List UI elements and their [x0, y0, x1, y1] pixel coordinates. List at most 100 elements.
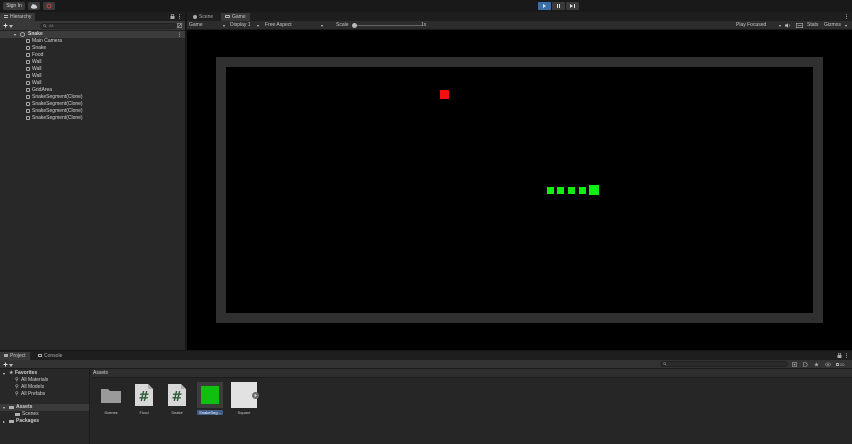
- hierarchy-item[interactable]: SnakeSegment(Clone): [0, 101, 185, 108]
- hierarchy-item[interactable]: Wall: [0, 66, 185, 73]
- asset-item[interactable]: SnakeSeg...: [197, 382, 223, 415]
- scene-visibility-icon[interactable]: [177, 23, 182, 28]
- favorites-item-label: All Materials: [21, 377, 49, 383]
- favorites-item[interactable]: ⚲ All Prefabs: [0, 391, 89, 398]
- hierarchy-item[interactable]: Wall: [0, 73, 185, 80]
- sprite-icon: [231, 382, 259, 408]
- stats-button[interactable]: Stats: [807, 21, 818, 30]
- display-dropdown[interactable]: Display 1 ▾: [230, 21, 260, 30]
- expand-arrow-icon[interactable]: ▾: [3, 370, 5, 377]
- favorites-item[interactable]: ⚲ All Models: [0, 384, 89, 391]
- hierarchy-item[interactable]: SnakeSegment(Clone): [0, 94, 185, 101]
- chevron-down-icon[interactable]: ▾: [845, 21, 847, 30]
- collab-icon[interactable]: [43, 2, 55, 10]
- hierarchy-item-label: Main Camera: [32, 38, 63, 44]
- expand-arrow-icon[interactable]: ▸: [3, 418, 5, 425]
- gizmos-button[interactable]: Gizmos: [824, 21, 841, 30]
- chevron-down-icon: ▾: [320, 23, 323, 28]
- tab-scene[interactable]: Scene: [189, 13, 217, 21]
- lock-icon[interactable]: [837, 352, 842, 358]
- hierarchy-item[interactable]: Wall: [0, 80, 185, 87]
- favorites-item-label: All Prefabs: [21, 391, 46, 397]
- hierarchy-search-input[interactable]: All: [40, 23, 177, 29]
- assets-label: Assets: [16, 404, 33, 410]
- add-icon[interactable]: [3, 23, 8, 28]
- hierarchy-toolstrip: All: [0, 21, 185, 31]
- hierarchy-item-label: Food: [32, 52, 44, 58]
- breadcrumb[interactable]: Assets: [92, 369, 852, 378]
- play-button[interactable]: [538, 2, 551, 10]
- eye-slash-icon: [836, 363, 839, 367]
- search-icon: ⚲: [15, 384, 19, 390]
- folder-icon: [9, 420, 14, 423]
- hidden-packages-count[interactable]: 20: [836, 360, 844, 369]
- gameobject-icon: [26, 87, 30, 92]
- scene-root-row[interactable]: ▾ Snake: [0, 31, 185, 38]
- aspect-dropdown[interactable]: Free Aspect ▾: [265, 21, 325, 30]
- folder-icon: [15, 413, 20, 416]
- scene-tab-icon: [193, 14, 197, 19]
- view-mode-dropdown[interactable]: Game ▾: [189, 21, 227, 30]
- game-viewport[interactable]: [187, 30, 852, 350]
- tab-project[interactable]: Project: [0, 352, 30, 360]
- packages-folder-row[interactable]: ▸ Packages: [0, 418, 89, 425]
- favorite-star-icon[interactable]: [814, 362, 819, 367]
- hierarchy-item[interactable]: GridArea: [0, 87, 185, 94]
- lock-icon[interactable]: [170, 13, 175, 19]
- search-by-type-icon[interactable]: [792, 362, 797, 367]
- gameobject-icon: [26, 38, 30, 43]
- scale-slider-thumb[interactable]: [352, 23, 357, 28]
- asset-item[interactable]: # Snake: [164, 382, 190, 415]
- project-search-input[interactable]: [660, 361, 788, 367]
- expand-sprite-button[interactable]: [252, 392, 259, 399]
- favorites-row[interactable]: ▾ ★ Favorites: [0, 370, 89, 377]
- folder-item[interactable]: Scenes: [0, 411, 89, 418]
- folder-icon: [98, 382, 124, 408]
- hierarchy-item[interactable]: Food: [0, 52, 185, 59]
- shortcuts-icon[interactable]: [796, 23, 804, 29]
- tab-game[interactable]: Game: [221, 13, 250, 21]
- expand-arrow-icon[interactable]: ▾: [14, 31, 16, 38]
- hierarchy-item-label: Snake: [32, 45, 47, 51]
- add-icon[interactable]: [3, 362, 8, 367]
- asset-label: Square: [237, 410, 251, 415]
- gameobject-icon: [26, 108, 30, 113]
- more-options-icon[interactable]: [844, 353, 849, 358]
- scene-name: Snake: [28, 31, 43, 37]
- star-icon: ★: [9, 370, 14, 376]
- favorites-item[interactable]: ⚲ All Materials: [0, 377, 89, 384]
- svg-text:#: #: [139, 390, 150, 405]
- asset-item[interactable]: Scenes: [98, 382, 124, 415]
- asset-item[interactable]: # Food: [131, 382, 157, 415]
- chevron-down-icon[interactable]: [9, 24, 14, 29]
- search-by-label-icon[interactable]: [803, 362, 808, 367]
- sign-in-button[interactable]: Sign In: [3, 2, 25, 10]
- hierarchy-item[interactable]: Wall: [0, 59, 185, 66]
- hierarchy-item[interactable]: SnakeSegment(Clone): [0, 108, 185, 115]
- more-options-icon[interactable]: [177, 14, 182, 19]
- hierarchy-item[interactable]: Main Camera: [0, 38, 185, 45]
- asset-item[interactable]: Square: [231, 382, 259, 415]
- play-mode-dropdown[interactable]: Play Focused ▾: [736, 21, 782, 30]
- snake-segment: [557, 187, 564, 194]
- eye-icon[interactable]: [825, 362, 831, 367]
- mute-audio-icon[interactable]: [785, 23, 791, 28]
- more-options-icon[interactable]: [844, 14, 849, 19]
- tab-hierarchy-label: Hierarchy: [10, 14, 32, 20]
- expand-arrow-icon[interactable]: ▾: [3, 404, 5, 411]
- tab-console[interactable]: Console: [34, 352, 66, 360]
- step-button[interactable]: [566, 2, 579, 10]
- gameobject-icon: [26, 66, 30, 71]
- hierarchy-item-label: Wall: [32, 66, 42, 72]
- hierarchy-item[interactable]: Snake: [0, 45, 185, 52]
- hierarchy-item-label: SnakeSegment(Clone): [32, 101, 83, 107]
- cloud-icon[interactable]: [28, 2, 40, 10]
- tab-hierarchy[interactable]: Hierarchy: [0, 13, 36, 21]
- scale-slider[interactable]: [352, 21, 422, 30]
- gameobject-icon: [26, 52, 30, 57]
- hierarchy-item[interactable]: SnakeSegment(Clone): [0, 115, 185, 122]
- chevron-down-icon[interactable]: [9, 363, 14, 368]
- pause-button[interactable]: [552, 2, 565, 10]
- tab-game-label: Game: [232, 14, 246, 20]
- assets-folder-row[interactable]: ▾ Assets: [0, 404, 89, 411]
